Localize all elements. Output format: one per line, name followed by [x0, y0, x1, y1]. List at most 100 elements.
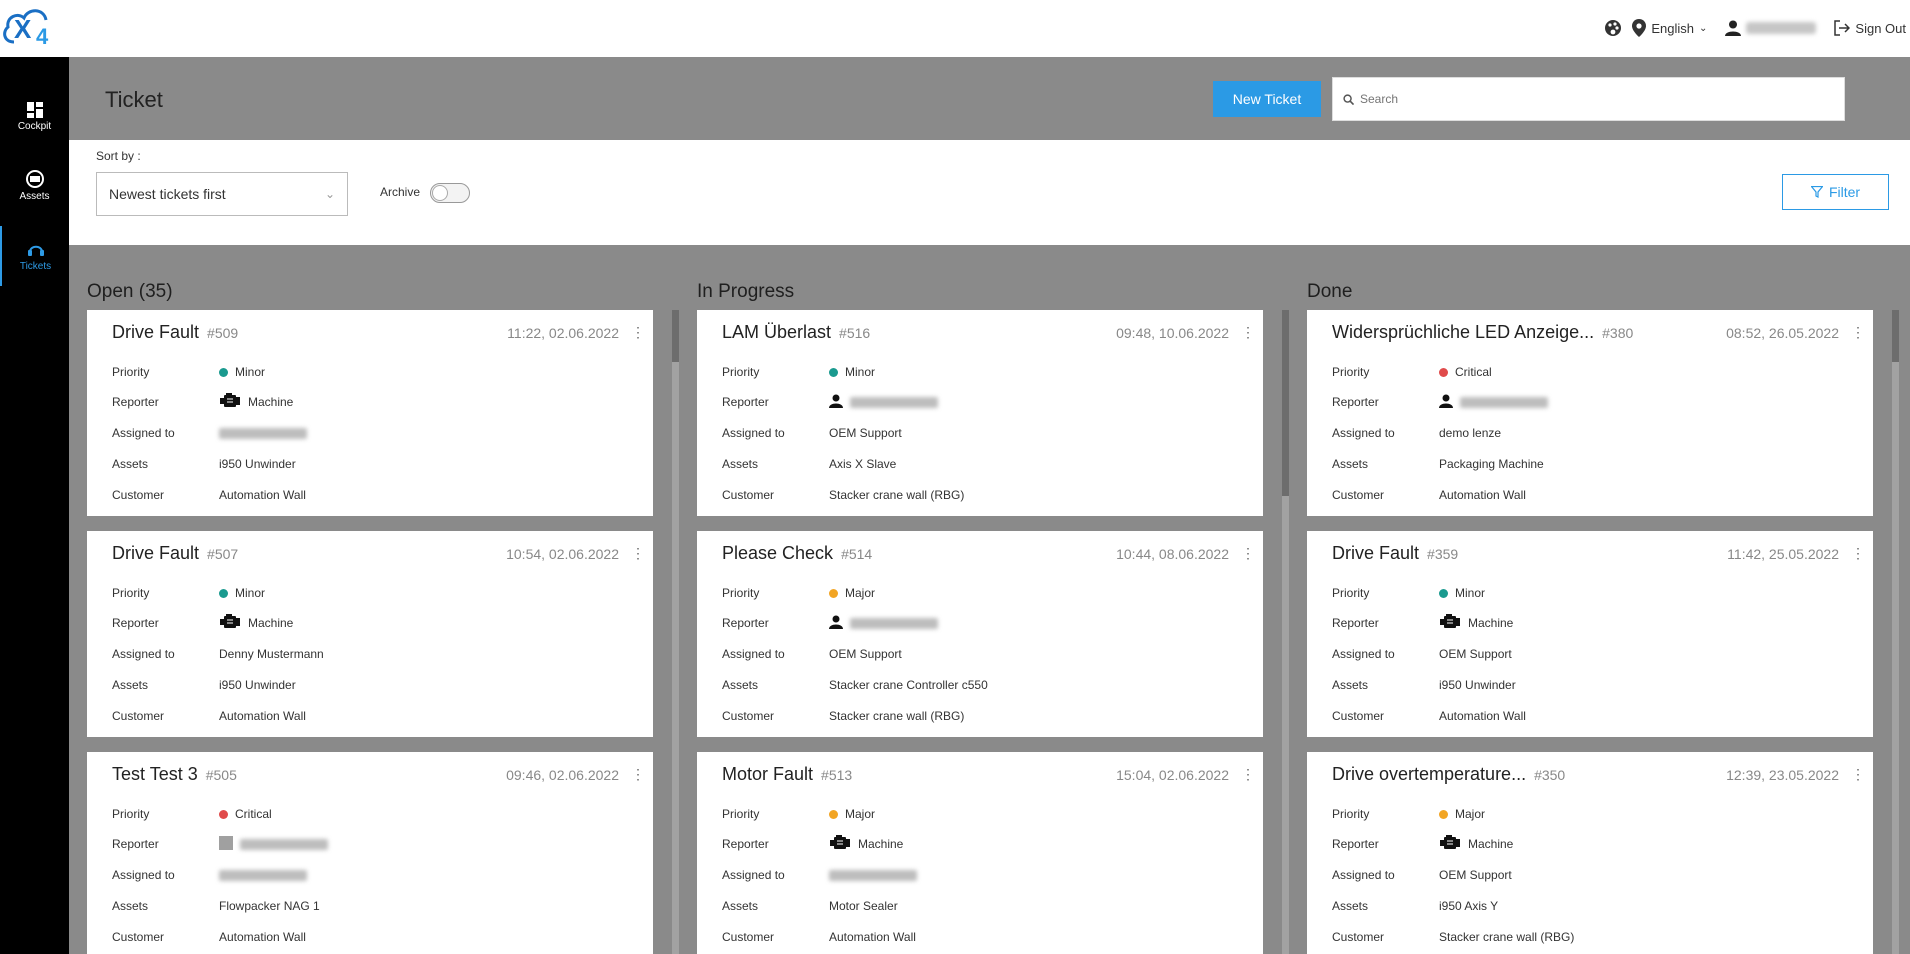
column-scrollbar[interactable]	[1282, 310, 1289, 954]
archive-toggle[interactable]	[430, 183, 470, 203]
sort-label: Sort by :	[96, 149, 141, 163]
more-options-icon[interactable]: ⋮	[1851, 324, 1865, 341]
ticket-title: Widersprüchliche LED Anzeige... #380	[1332, 322, 1633, 343]
assigned-text: Denny Mustermann	[219, 647, 324, 661]
field-value: Critical	[219, 807, 272, 821]
field-value: i950 Unwinder	[1439, 678, 1516, 692]
ticket-title: Drive Fault #507	[112, 543, 238, 564]
palette-icon[interactable]	[1604, 19, 1622, 37]
ticket-card[interactable]: LAM Überlast #516 09:48, 10.06.2022 ⋮ Priori…	[697, 310, 1263, 516]
ticket-title-text: Drive overtemperature...	[1332, 764, 1527, 784]
svg-text:X: X	[14, 14, 32, 44]
ticket-title-text: Widersprüchliche LED Anzeige...	[1332, 322, 1595, 342]
user-menu[interactable]	[1725, 20, 1817, 36]
more-options-icon[interactable]: ⋮	[1851, 766, 1865, 783]
sidebar-item-label: Cockpit	[17, 121, 52, 132]
field-label: Priority	[112, 807, 150, 821]
ticket-field-assets: Assets i950 Unwinder	[1332, 675, 1516, 695]
sign-out-label: Sign Out	[1855, 20, 1906, 36]
ticket-field-reporter: Reporter	[722, 392, 938, 412]
field-label: Assigned to	[722, 868, 785, 882]
field-value	[219, 427, 307, 439]
more-options-icon[interactable]: ⋮	[1241, 545, 1255, 562]
new-ticket-button[interactable]: New Ticket	[1213, 81, 1321, 117]
x4-logo[interactable]: X 4	[0, 2, 62, 50]
field-label: Assets	[112, 678, 149, 692]
field-label: Assets	[112, 899, 149, 913]
sidebar-item-assets[interactable]: Assets	[0, 156, 69, 216]
scrollbar-thumb[interactable]	[1892, 310, 1899, 362]
sort-select[interactable]: Newest tickets first ⌄	[96, 172, 348, 216]
field-label: Assigned to	[1332, 868, 1395, 882]
ticket-field-reporter: Reporter	[1332, 392, 1548, 412]
column-scrollbar[interactable]	[1892, 310, 1899, 954]
field-value: Motor Sealer	[829, 899, 898, 913]
ticket-timestamp: 08:52, 26.05.2022	[1726, 325, 1839, 341]
assets-text: Flowpacker NAG 1	[219, 899, 320, 913]
sidebar-item-cockpit[interactable]: Cockpit	[0, 87, 69, 147]
priority-dot-icon	[1439, 367, 1448, 377]
sidebar-item-label: Tickets	[19, 261, 52, 272]
field-value	[219, 869, 307, 881]
field-value: Automation Wall	[219, 930, 306, 944]
reporter-name-redacted	[1460, 396, 1548, 408]
more-options-icon[interactable]: ⋮	[631, 545, 645, 562]
search-box[interactable]	[1332, 77, 1845, 121]
field-label: Reporter	[1332, 616, 1379, 630]
assigned-text: OEM Support	[829, 647, 902, 661]
filter-button[interactable]: Filter	[1782, 174, 1889, 210]
filter-icon	[1810, 186, 1823, 198]
field-label: Assets	[722, 457, 759, 471]
ticket-field-assets: Assets i950 Unwinder	[112, 454, 296, 474]
column-scrollbar[interactable]	[672, 310, 679, 954]
reporter-text: Machine	[248, 395, 294, 409]
ticket-title-text: Please Check	[722, 543, 834, 563]
column-title: Done	[1307, 281, 1353, 302]
ticket-card[interactable]: Widersprüchliche LED Anzeige... #380 08:52…	[1307, 310, 1873, 516]
more-options-icon[interactable]: ⋮	[631, 766, 645, 783]
field-value: i950 Unwinder	[219, 457, 296, 471]
search-input[interactable]	[1360, 92, 1830, 106]
assets-text: Motor Sealer	[829, 899, 898, 913]
ticket-title: Motor Fault #513	[722, 764, 852, 785]
ticket-card[interactable]: Test Test 3 #505 09:46, 02.06.2022 ⋮ Priorit…	[87, 752, 653, 954]
reporter-text: Machine	[1468, 616, 1514, 630]
assigned-text: OEM Support	[1439, 647, 1512, 661]
field-value: demo lenze	[1439, 426, 1501, 440]
ticket-title-text: Drive Fault	[1332, 543, 1420, 563]
ticket-card[interactable]: Motor Fault #513 15:04, 02.06.2022 ⋮ Priorit…	[697, 752, 1263, 954]
language-label: English	[1651, 20, 1695, 36]
ticket-number: #514	[841, 546, 873, 562]
language-selector[interactable]: English ⌄	[1632, 19, 1707, 37]
ticket-card[interactable]: Drive Fault #509 11:22, 02.06.2022 ⋮ Priorit…	[87, 310, 653, 516]
more-options-icon[interactable]: ⋮	[631, 324, 645, 341]
ticket-field-customer: Customer Automation Wall	[112, 485, 306, 505]
more-options-icon[interactable]: ⋮	[1851, 545, 1865, 562]
top-right-menu: English ⌄ Sign Out	[1604, 16, 1906, 40]
ticket-card[interactable]: Drive overtemperature... #350 12:39, 23.05…	[1307, 752, 1873, 954]
more-options-icon[interactable]: ⋮	[1241, 324, 1255, 341]
field-label: Priority	[1332, 365, 1370, 379]
more-options-icon[interactable]: ⋮	[1241, 766, 1255, 783]
sign-out-button[interactable]: Sign Out	[1834, 20, 1906, 36]
ticket-field-reporter: Reporter	[722, 613, 938, 633]
field-value: Minor	[829, 365, 875, 379]
ticket-field-assets: Assets Flowpacker NAG 1	[112, 896, 320, 916]
ticket-field-reporter: Reporter Machine	[112, 392, 293, 412]
sidebar-item-tickets[interactable]: Tickets	[0, 226, 69, 286]
field-label: Reporter	[722, 616, 769, 630]
scrollbar-thumb[interactable]	[672, 310, 679, 362]
priority-text: Critical	[1455, 365, 1492, 379]
ticket-field-assigned: Assigned to OEM Support	[1332, 865, 1512, 885]
ticket-card[interactable]: Drive Fault #507 10:54, 02.06.2022 ⋮ Priorit…	[87, 531, 653, 737]
field-value: Machine	[1439, 613, 1514, 633]
assets-text: Packaging Machine	[1439, 457, 1544, 471]
field-value: Packaging Machine	[1439, 457, 1544, 471]
ticket-card[interactable]: Drive Fault #359 11:42, 25.05.2022 ⋮ Priorit…	[1307, 531, 1873, 737]
ticket-card[interactable]: Please Check #514 10:44, 08.06.2022 ⋮ Priori…	[697, 531, 1263, 737]
scrollbar-thumb[interactable]	[1282, 310, 1289, 496]
archive-label: Archive	[380, 185, 421, 199]
field-label: Customer	[1332, 709, 1385, 723]
tickets-icon	[27, 245, 44, 256]
ticket-field-priority: Priority Minor	[112, 583, 265, 603]
